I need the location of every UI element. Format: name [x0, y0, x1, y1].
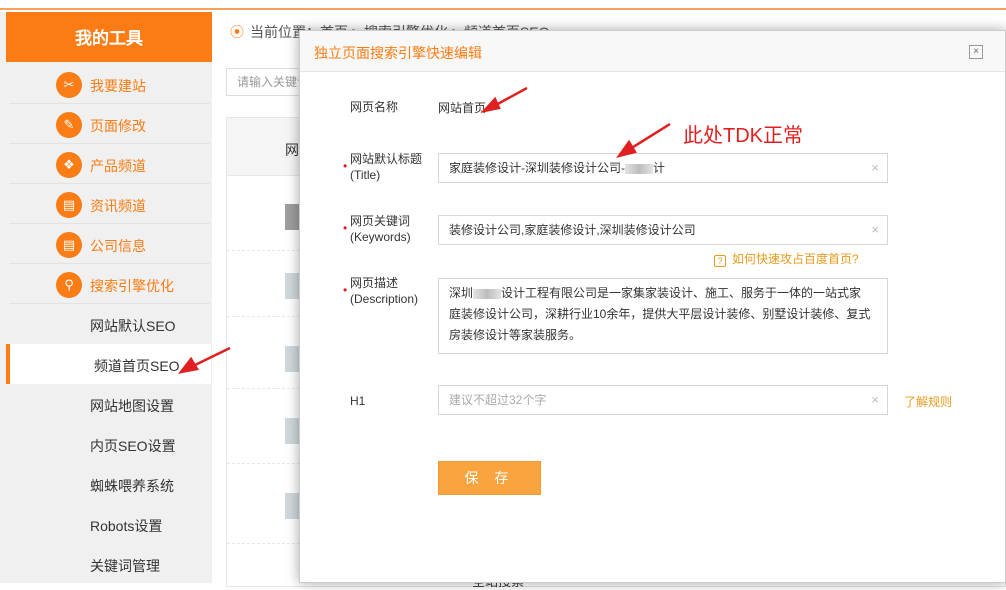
sidebar-item-label: 公司信息	[90, 238, 146, 254]
help-link[interactable]: ? 如何快速攻占百度首页?	[714, 250, 859, 267]
page-name-label: 网页名称	[350, 100, 399, 114]
dialog-title: 独立页面搜索引擎快速编辑	[314, 45, 482, 61]
clear-icon[interactable]: ×	[871, 216, 879, 244]
submenu-inner-seo[interactable]: 内页SEO设置	[10, 424, 210, 464]
submenu-label: 蜘蛛喂养系统	[90, 478, 174, 494]
sidebar-item-edit-page[interactable]: ✎ 页面修改	[10, 104, 210, 144]
question-icon: ?	[714, 255, 726, 267]
sidebar-item-label: 我要建站	[90, 78, 146, 94]
submenu-label: 频道首页SEO	[94, 358, 180, 374]
keywords-label-cn: 网页关键词	[350, 214, 411, 228]
tools-icon: ✂	[56, 72, 82, 98]
submenu-site-default-seo[interactable]: 网站默认SEO	[10, 304, 210, 344]
h1-label: H1	[350, 394, 366, 408]
rule-link[interactable]: 了解规则	[904, 393, 952, 410]
news-icon: ▤	[56, 192, 82, 218]
sidebar-item-products[interactable]: ❖ 产品频道	[10, 144, 210, 184]
required-mark: •	[343, 283, 348, 297]
help-link-text: 如何快速攻占百度首页?	[732, 252, 859, 266]
sidebar-item-company-info[interactable]: ▤ 公司信息	[10, 224, 210, 264]
title-field[interactable]: 家庭装修设计-深圳装修设计公司- 计 ×	[438, 153, 888, 183]
clear-icon[interactable]: ×	[871, 154, 879, 182]
title-value-prefix: 家庭装修设计-深圳装修设计公司-	[449, 161, 625, 175]
description-line1-prefix: 深圳	[449, 286, 474, 300]
title-value-suffix: 计	[653, 161, 666, 175]
info-icon: ▤	[56, 232, 82, 258]
keywords-label-en: (Keywords)	[350, 230, 411, 244]
description-textarea[interactable]: 深圳 设计工程有限公司是一家集家装设计、施工、服务于一体的一站式家 庭装修设计公司…	[438, 278, 888, 354]
required-mark: •	[343, 221, 348, 235]
submenu-channel-home-seo[interactable]: 频道首页SEO	[6, 344, 211, 384]
save-button[interactable]: 保 存	[438, 461, 541, 495]
sidebar-title: 我的工具	[6, 12, 212, 62]
submenu-label: Robots设置	[90, 518, 163, 534]
sidebar-item-label: 搜索引擎优化	[90, 278, 174, 294]
redacted-block	[625, 163, 653, 174]
required-mark: •	[343, 159, 348, 173]
dialog-header: 独立页面搜索引擎快速编辑 ×	[300, 31, 1005, 72]
annotation-text: 此处TDK正常	[683, 125, 803, 147]
h1-placeholder: 建议不超过32个字	[449, 393, 547, 407]
sidebar-item-news[interactable]: ▤ 资讯频道	[10, 184, 210, 224]
top-strip	[0, 0, 1006, 10]
submenu-robots[interactable]: Robots设置	[10, 504, 210, 544]
submenu-label: 网站默认SEO	[90, 318, 176, 334]
description-line1-suffix: 设计工程有限公司是一家集家装设计、施工、服务于一体的一站式家	[501, 286, 862, 300]
clear-icon[interactable]: ×	[871, 386, 879, 414]
sidebar-item-seo[interactable]: ⚲ 搜索引擎优化	[10, 264, 210, 304]
page-name-value: 网站首页	[438, 101, 487, 115]
keywords-label: 网页关键词 (Keywords)	[350, 213, 411, 245]
description-label: 网页描述 (Description)	[350, 275, 418, 307]
location-pin-icon: ⦿	[230, 24, 244, 40]
sidebar-item-build-site[interactable]: ✂ 我要建站	[10, 64, 210, 104]
description-line3: 房装修设计等家装服务。	[449, 328, 582, 342]
search-icon: ⚲	[56, 272, 82, 298]
sidebar: 我的工具 ✂ 我要建站 ✎ 页面修改 ❖ 产品频道 ▤ 资讯频道 ▤ 公司信息 …	[0, 12, 212, 583]
h1-field[interactable]: 建议不超过32个字 ×	[438, 385, 888, 415]
submenu-keyword-manage[interactable]: 关键词管理	[10, 544, 210, 584]
close-icon[interactable]: ×	[969, 45, 983, 59]
submenu-spider-feed[interactable]: 蜘蛛喂养系统	[10, 464, 210, 504]
keywords-value: 装修设计公司,家庭装修设计,深圳装修设计公司	[449, 223, 696, 237]
seo-edit-dialog: 独立页面搜索引擎快速编辑 × 网页名称 网站首页 • 网站默认标题 (Title…	[299, 30, 1006, 583]
description-line2: 庭装修设计公司，深耕行业10余年，提供大平层设计装修、别墅设计装修、复式	[449, 307, 871, 321]
box-icon: ❖	[56, 152, 82, 178]
submenu-sitemap[interactable]: 网站地图设置	[10, 384, 210, 424]
submenu-label: 网站地图设置	[90, 398, 174, 414]
pencil-icon: ✎	[56, 112, 82, 138]
redacted-block	[473, 288, 502, 299]
description-label-cn: 网页描述	[350, 276, 399, 290]
title-label-en: (Title)	[350, 168, 381, 182]
search-input[interactable]: 请输入关键词	[226, 68, 306, 96]
title-label-cn: 网站默认标题	[350, 152, 423, 166]
sidebar-item-label: 页面修改	[90, 118, 146, 134]
submenu-label: 内页SEO设置	[90, 438, 176, 454]
keywords-field[interactable]: 装修设计公司,家庭装修设计,深圳装修设计公司 ×	[438, 215, 888, 245]
title-label: 网站默认标题 (Title)	[350, 151, 422, 183]
submenu-label: 关键词管理	[90, 558, 160, 574]
description-label-en: (Description)	[350, 292, 419, 306]
sidebar-item-label: 资讯频道	[90, 198, 146, 214]
sidebar-item-label: 产品频道	[90, 158, 146, 174]
